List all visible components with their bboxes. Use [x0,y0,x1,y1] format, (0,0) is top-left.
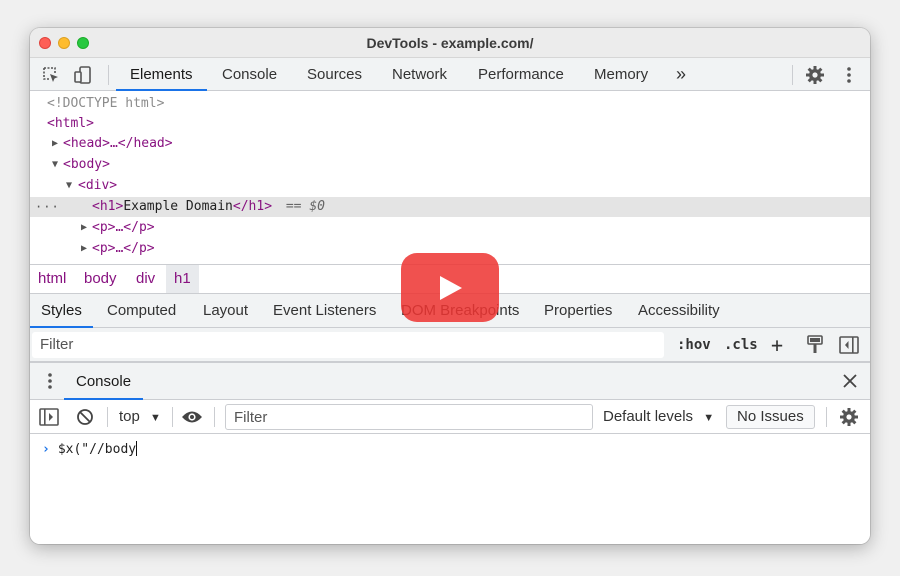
breadcrumb-body[interactable]: body [76,265,125,293]
console-input-text[interactable]: $x("//body [58,442,136,457]
h1-text: Example Domain [123,199,233,214]
tab-styles[interactable]: Styles [30,294,93,328]
tab-properties[interactable]: Properties [533,294,623,328]
more-options-icon[interactable] [838,64,860,86]
dom-node-p[interactable]: ▶ <p>…</p> [30,218,870,238]
dom-node-div[interactable]: ▼ <div> [30,176,870,196]
tab-sources[interactable]: Sources [293,58,376,91]
body-tag: <body> [63,157,110,172]
console-toolbar: top ▼ Filter Default levels ▼ No Issues [30,400,870,434]
styles-filter-input[interactable]: Filter [32,332,664,358]
more-tabs-icon[interactable]: » [662,58,700,91]
row-options-icon[interactable]: ··· [35,197,60,217]
dom-node-head[interactable]: ▶ <head>…</head> [30,134,870,154]
breadcrumb-div[interactable]: div [128,265,163,293]
tab-network[interactable]: Network [378,58,461,91]
close-drawer-icon[interactable] [839,370,861,392]
inspect-element-icon[interactable] [40,64,62,86]
dom-node-h1-selected[interactable]: ··· <h1>Example Domain</h1> == $0 [30,197,870,217]
console-filter-input[interactable]: Filter [225,404,593,430]
log-levels-value: Default levels [603,408,694,425]
toolbar-divider [826,407,827,427]
console-output[interactable]: › $x("//body [30,434,870,544]
html-tag: <html> [47,116,94,131]
div-tag: <div> [78,178,118,193]
dom-node-body[interactable]: ▼ <body> [30,155,870,175]
class-toggle-button[interactable]: .cls [724,328,758,362]
h1-open-tag: <h1> [92,199,124,214]
tab-computed[interactable]: Computed [96,294,187,328]
paint-brush-icon[interactable] [804,334,826,356]
settings-gear-icon[interactable] [804,64,826,86]
tab-layout[interactable]: Layout [192,294,259,328]
chevron-down-icon: ▼ [703,412,715,424]
head-tag: <head>…</head> [63,136,173,151]
tab-performance[interactable]: Performance [464,58,578,91]
tab-console[interactable]: Console [208,58,291,91]
p-tag: <p>…</p> [92,241,155,256]
toolbar-divider [108,65,109,85]
tab-elements[interactable]: Elements [116,58,207,91]
title-bar: DevTools - example.com/ [30,28,870,58]
log-levels-dropdown[interactable]: Default levels ▼ [603,400,714,434]
tab-accessibility[interactable]: Accessibility [627,294,731,328]
chevron-down-icon: ▼ [150,412,161,424]
tab-console-drawer[interactable]: Console [64,363,144,400]
p-tag: <p>…</p> [92,220,155,235]
doctype-text: <!DOCTYPE html> [47,96,165,111]
dom-node-doctype[interactable]: <!DOCTYPE html> [30,94,870,114]
drawer-menu-icon[interactable] [39,370,61,392]
new-style-rule-icon[interactable]: + [771,328,783,362]
context-value: top [119,408,140,425]
hover-state-button[interactable]: :hov [677,328,711,362]
context-selector[interactable]: top ▼ [119,400,161,434]
window-title: DevTools - example.com/ [366,35,534,51]
video-play-button[interactable] [401,253,499,322]
console-settings-gear-icon[interactable] [838,406,860,428]
dom-tree: <!DOCTYPE html> <html> ▶ <head>…</head> … [30,92,870,264]
issues-button[interactable]: No Issues [726,405,815,429]
breadcrumb-h1[interactable]: h1 [166,265,199,293]
prompt-chevron-icon: › [42,442,50,457]
styles-toolbar: Filter :hov .cls + [30,328,870,362]
selected-node-marker: == $0 [285,199,325,214]
show-sidebar-icon[interactable] [38,406,60,428]
toggle-sidebar-icon[interactable] [838,334,860,356]
tab-memory[interactable]: Memory [580,58,662,91]
clear-console-icon[interactable] [74,406,96,428]
h1-close-tag: </h1> [232,199,273,214]
toolbar-divider [107,407,108,427]
collapse-triangle-icon[interactable]: ▼ [66,176,78,196]
play-icon [440,275,462,300]
toolbar-divider [214,407,215,427]
toolbar-divider [172,407,173,427]
toolbar-divider [792,65,793,85]
console-prompt[interactable]: › $x("//body [42,440,138,460]
main-toolbar: Elements Console Sources Network Perform… [30,58,870,91]
dom-node-html[interactable]: <html> [30,114,870,134]
text-cursor [136,441,138,456]
live-expression-eye-icon[interactable] [181,406,203,428]
device-toolbar-icon[interactable] [72,64,94,86]
tab-event-listeners[interactable]: Event Listeners [262,294,387,328]
drawer-header: Console [30,362,870,400]
breadcrumb-html[interactable]: html [30,265,74,293]
